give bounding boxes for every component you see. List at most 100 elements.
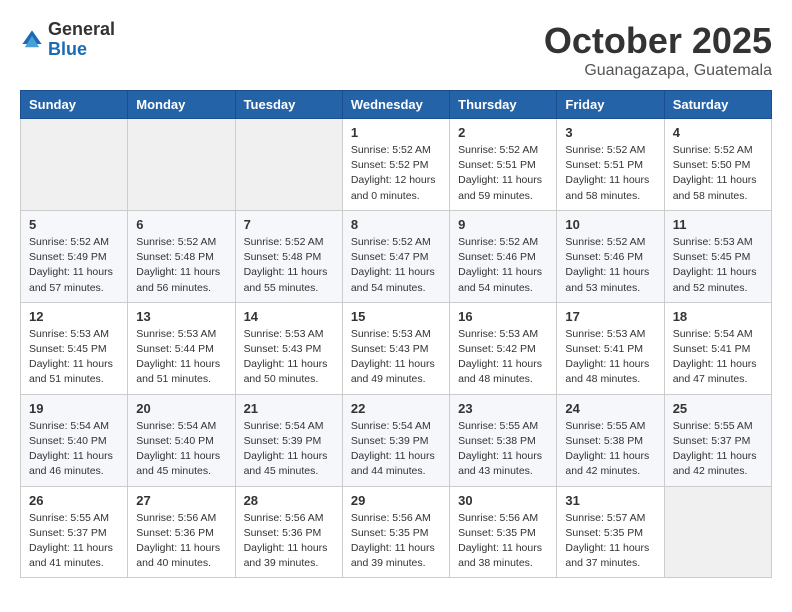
calendar-cell: 7Sunrise: 5:52 AMSunset: 5:48 PMDaylight… xyxy=(235,210,342,302)
calendar-cell: 12Sunrise: 5:53 AMSunset: 5:45 PMDayligh… xyxy=(21,302,128,394)
day-number: 1 xyxy=(351,125,441,140)
logo-icon xyxy=(20,28,44,52)
calendar-week-row: 26 Sunrise: 5:55 AMSunset: 5:37 PMDayligh… xyxy=(21,486,772,578)
day-info: Sunrise: 5:53 AMSunset: 5:45 PMDaylight:… xyxy=(29,327,119,388)
day-number: 11 xyxy=(673,217,763,232)
calendar-cell: 10 Sunrise: 5:52 AMSunset: 5:46 PMDayligh… xyxy=(557,210,664,302)
weekday-header-row: SundayMondayTuesdayWednesdayThursdayFrid… xyxy=(21,91,772,119)
calendar-cell: 25Sunrise: 5:55 AMSunset: 5:37 PMDayligh… xyxy=(664,394,771,486)
calendar-cell xyxy=(21,119,128,211)
calendar-body: 1 Sunrise: 5:52 AMSunset: 5:52 PMDaylight… xyxy=(21,119,772,578)
day-info: Sunrise: 5:56 AMSunset: 5:35 PMDaylight:… xyxy=(351,511,441,572)
day-number: 20 xyxy=(136,401,226,416)
calendar-cell: 20 Sunrise: 5:54 AMSunset: 5:40 PMDayligh… xyxy=(128,394,235,486)
day-info: Sunrise: 5:52 AMSunset: 5:47 PMDaylight:… xyxy=(351,235,441,296)
day-info: Sunrise: 5:54 AMSunset: 5:39 PMDaylight:… xyxy=(244,419,334,480)
calendar-cell: 24 Sunrise: 5:55 AMSunset: 5:38 PMDayligh… xyxy=(557,394,664,486)
location: Guanagazapa, Guatemala xyxy=(544,62,772,80)
day-number: 24 xyxy=(565,401,655,416)
day-info: Sunrise: 5:55 AMSunset: 5:38 PMDaylight:… xyxy=(565,419,655,480)
calendar-cell xyxy=(664,486,771,578)
calendar-header: SundayMondayTuesdayWednesdayThursdayFrid… xyxy=(21,91,772,119)
day-number: 22 xyxy=(351,401,441,416)
day-info: Sunrise: 5:53 AMSunset: 5:43 PMDaylight:… xyxy=(351,327,441,388)
calendar-cell: 5 Sunrise: 5:52 AMSunset: 5:49 PMDaylight… xyxy=(21,210,128,302)
calendar-cell: 8 Sunrise: 5:52 AMSunset: 5:47 PMDaylight… xyxy=(342,210,449,302)
calendar-table: SundayMondayTuesdayWednesdayThursdayFrid… xyxy=(20,90,772,578)
day-info: Sunrise: 5:52 AMSunset: 5:48 PMDaylight:… xyxy=(244,235,334,296)
day-info: Sunrise: 5:53 AMSunset: 5:42 PMDaylight:… xyxy=(458,327,548,388)
day-number: 16 xyxy=(458,309,548,324)
calendar-week-row: 1 Sunrise: 5:52 AMSunset: 5:52 PMDaylight… xyxy=(21,119,772,211)
day-info: Sunrise: 5:52 AMSunset: 5:46 PMDaylight:… xyxy=(458,235,548,296)
day-info: Sunrise: 5:56 AMSunset: 5:36 PMDaylight:… xyxy=(136,511,226,572)
calendar-cell: 30Sunrise: 5:56 AMSunset: 5:35 PMDayligh… xyxy=(450,486,557,578)
day-info: Sunrise: 5:55 AMSunset: 5:38 PMDaylight:… xyxy=(458,419,548,480)
day-info: Sunrise: 5:54 AMSunset: 5:40 PMDaylight:… xyxy=(29,419,119,480)
calendar-cell: 26 Sunrise: 5:55 AMSunset: 5:37 PMDayligh… xyxy=(21,486,128,578)
day-number: 10 xyxy=(565,217,655,232)
day-info: Sunrise: 5:54 AMSunset: 5:41 PMDaylight:… xyxy=(673,327,763,388)
day-number: 28 xyxy=(244,493,334,508)
day-number: 25 xyxy=(673,401,763,416)
month-title: October 2025 xyxy=(544,20,772,62)
logo-blue: Blue xyxy=(48,40,115,60)
weekday-header-saturday: Saturday xyxy=(664,91,771,119)
calendar-cell: 31 Sunrise: 5:57 AMSunset: 5:35 PMDayligh… xyxy=(557,486,664,578)
calendar-cell: 4Sunrise: 5:52 AMSunset: 5:50 PMDaylight… xyxy=(664,119,771,211)
day-info: Sunrise: 5:52 AMSunset: 5:52 PMDaylight:… xyxy=(351,143,441,204)
day-number: 31 xyxy=(565,493,655,508)
calendar-cell: 14 Sunrise: 5:53 AMSunset: 5:43 PMDayligh… xyxy=(235,302,342,394)
title-block: October 2025 Guanagazapa, Guatemala xyxy=(544,20,772,80)
calendar-cell: 22Sunrise: 5:54 AMSunset: 5:39 PMDayligh… xyxy=(342,394,449,486)
day-number: 2 xyxy=(458,125,548,140)
day-number: 13 xyxy=(136,309,226,324)
calendar-cell: 17 Sunrise: 5:53 AMSunset: 5:41 PMDayligh… xyxy=(557,302,664,394)
day-info: Sunrise: 5:56 AMSunset: 5:35 PMDaylight:… xyxy=(458,511,548,572)
day-info: Sunrise: 5:52 AMSunset: 5:50 PMDaylight:… xyxy=(673,143,763,204)
day-info: Sunrise: 5:53 AMSunset: 5:41 PMDaylight:… xyxy=(565,327,655,388)
day-info: Sunrise: 5:56 AMSunset: 5:36 PMDaylight:… xyxy=(244,511,334,572)
day-info: Sunrise: 5:57 AMSunset: 5:35 PMDaylight:… xyxy=(565,511,655,572)
weekday-header-thursday: Thursday xyxy=(450,91,557,119)
day-info: Sunrise: 5:52 AMSunset: 5:49 PMDaylight:… xyxy=(29,235,119,296)
calendar-cell: 18 Sunrise: 5:54 AMSunset: 5:41 PMDayligh… xyxy=(664,302,771,394)
day-number: 17 xyxy=(565,309,655,324)
day-info: Sunrise: 5:53 AMSunset: 5:43 PMDaylight:… xyxy=(244,327,334,388)
day-number: 14 xyxy=(244,309,334,324)
weekday-header-wednesday: Wednesday xyxy=(342,91,449,119)
calendar-week-row: 19Sunrise: 5:54 AMSunset: 5:40 PMDayligh… xyxy=(21,394,772,486)
weekday-header-tuesday: Tuesday xyxy=(235,91,342,119)
calendar-cell: 27Sunrise: 5:56 AMSunset: 5:36 PMDayligh… xyxy=(128,486,235,578)
day-number: 5 xyxy=(29,217,119,232)
weekday-header-sunday: Sunday xyxy=(21,91,128,119)
day-number: 3 xyxy=(565,125,655,140)
day-number: 21 xyxy=(244,401,334,416)
day-number: 26 xyxy=(29,493,119,508)
day-info: Sunrise: 5:55 AMSunset: 5:37 PMDaylight:… xyxy=(29,511,119,572)
calendar-cell: 15 Sunrise: 5:53 AMSunset: 5:43 PMDayligh… xyxy=(342,302,449,394)
day-number: 8 xyxy=(351,217,441,232)
day-info: Sunrise: 5:54 AMSunset: 5:40 PMDaylight:… xyxy=(136,419,226,480)
logo-text: General Blue xyxy=(48,20,115,60)
calendar-cell: 23 Sunrise: 5:55 AMSunset: 5:38 PMDayligh… xyxy=(450,394,557,486)
day-number: 29 xyxy=(351,493,441,508)
day-number: 18 xyxy=(673,309,763,324)
day-number: 15 xyxy=(351,309,441,324)
day-info: Sunrise: 5:52 AMSunset: 5:46 PMDaylight:… xyxy=(565,235,655,296)
calendar-week-row: 5 Sunrise: 5:52 AMSunset: 5:49 PMDaylight… xyxy=(21,210,772,302)
day-info: Sunrise: 5:52 AMSunset: 5:51 PMDaylight:… xyxy=(458,143,548,204)
day-info: Sunrise: 5:53 AMSunset: 5:45 PMDaylight:… xyxy=(673,235,763,296)
day-number: 6 xyxy=(136,217,226,232)
day-number: 23 xyxy=(458,401,548,416)
calendar-cell: 2 Sunrise: 5:52 AMSunset: 5:51 PMDaylight… xyxy=(450,119,557,211)
calendar-cell: 21 Sunrise: 5:54 AMSunset: 5:39 PMDayligh… xyxy=(235,394,342,486)
calendar-cell xyxy=(235,119,342,211)
calendar-cell: 16 Sunrise: 5:53 AMSunset: 5:42 PMDayligh… xyxy=(450,302,557,394)
page-header: General Blue October 2025 Guanagazapa, G… xyxy=(20,20,772,80)
calendar-cell: 29 Sunrise: 5:56 AMSunset: 5:35 PMDayligh… xyxy=(342,486,449,578)
calendar-cell xyxy=(128,119,235,211)
calendar-cell: 9Sunrise: 5:52 AMSunset: 5:46 PMDaylight… xyxy=(450,210,557,302)
day-info: Sunrise: 5:52 AMSunset: 5:51 PMDaylight:… xyxy=(565,143,655,204)
calendar-cell: 11 Sunrise: 5:53 AMSunset: 5:45 PMDayligh… xyxy=(664,210,771,302)
